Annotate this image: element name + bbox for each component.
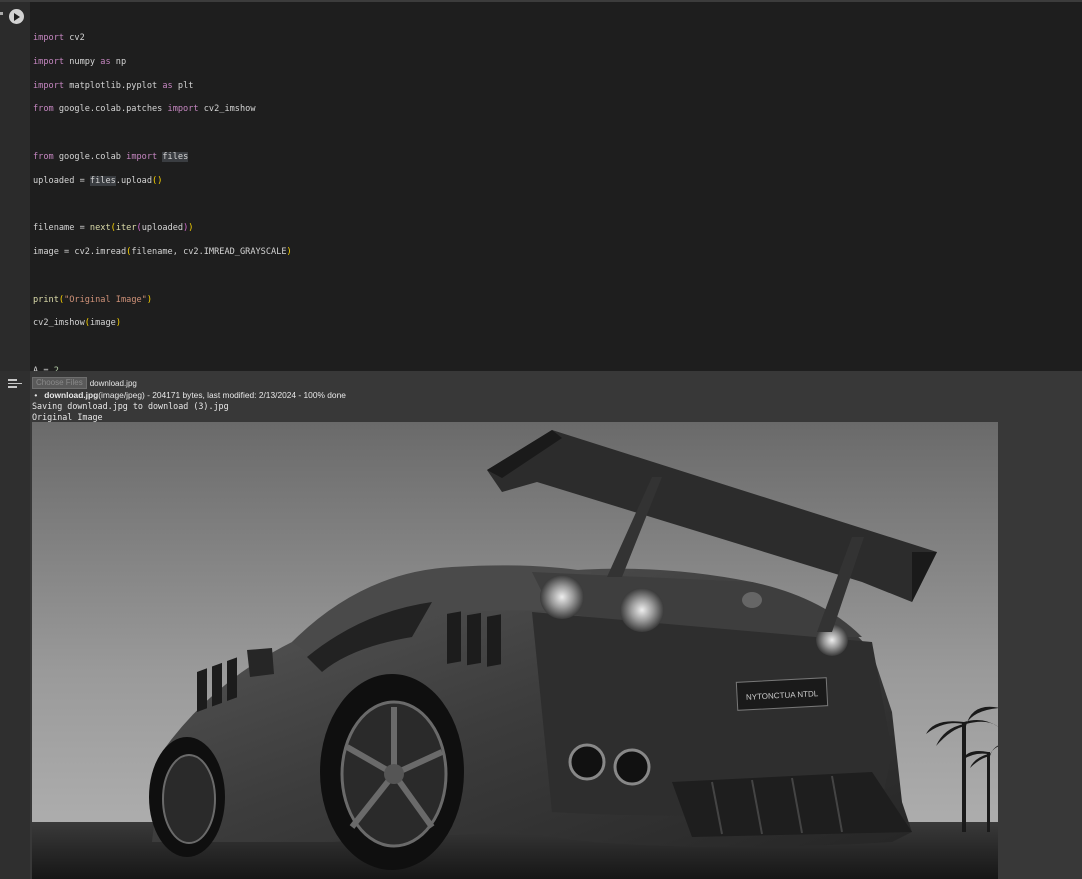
cell-gutter [0,2,30,373]
cell-marker [0,12,3,15]
uploaded-file-info: (image/jpeg) - 204171 bytes, last modifi… [98,390,346,400]
code-cell[interactable]: import cv2 import numpy as np import mat… [0,0,1082,685]
choose-files-button[interactable]: Choose Files [32,377,87,389]
output-gutter [0,371,30,879]
saving-line: Saving download.jpg to download (3).jpg [32,401,229,411]
output-actions-icon[interactable] [8,378,22,388]
chosen-file-name: download.jpg [89,378,137,388]
run-cell-button[interactable] [9,9,24,24]
file-upload-row: Choose Files download.jpg [32,377,137,389]
uploaded-file-name: download.jpg [44,390,99,400]
cell-output: Choose Files download.jpg • download.jpg… [30,371,1082,879]
original-image-label: Original Image [32,412,103,422]
upload-status: • download.jpg(image/jpeg) - 204171 byte… [32,390,346,400]
original-image: NYTONCTUA NTDL [32,422,998,879]
